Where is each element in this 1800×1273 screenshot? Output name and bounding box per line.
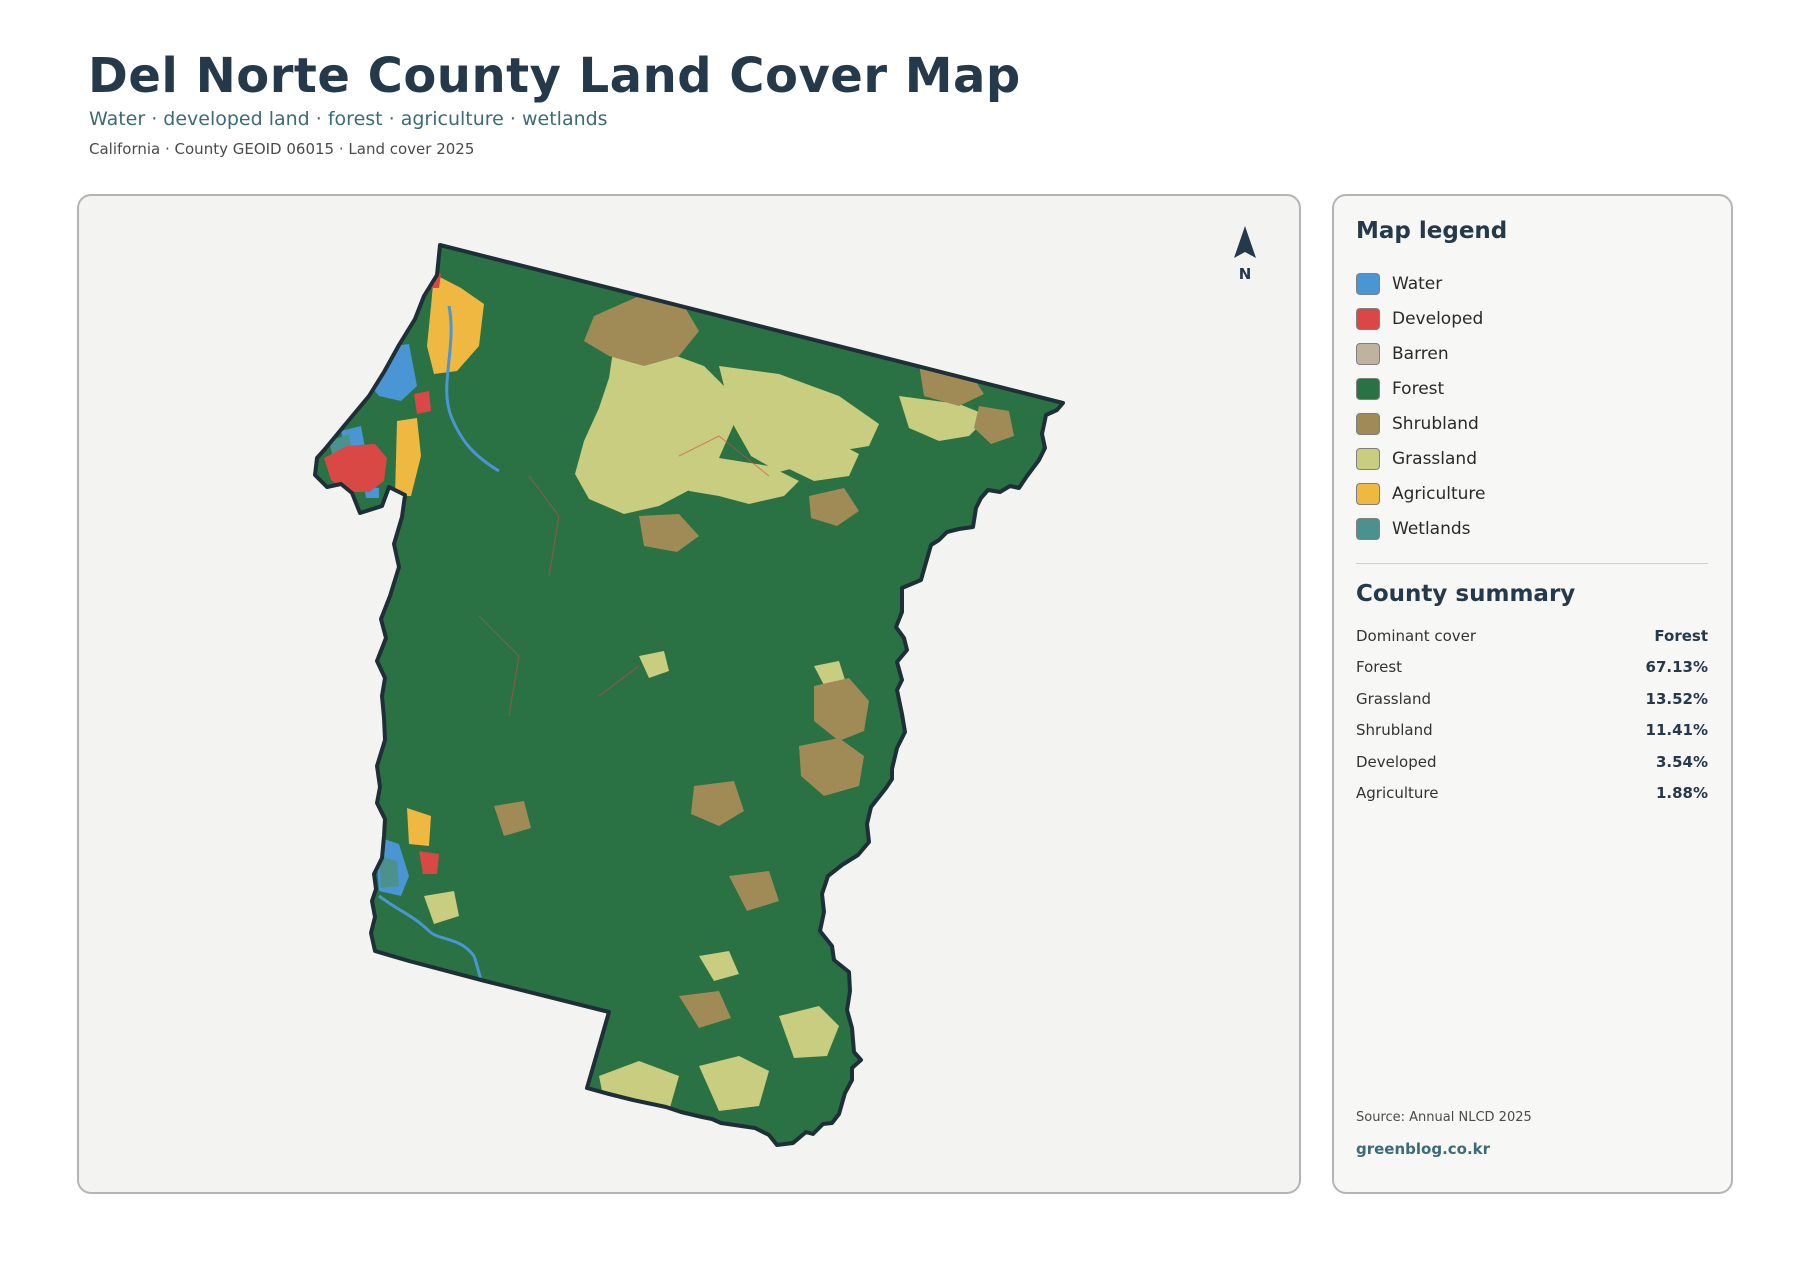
summary-value: Forest <box>1654 626 1708 645</box>
barren-swatch <box>1356 342 1380 365</box>
legend-label: Shrubland <box>1392 413 1479 434</box>
north-arrow-icon: N <box>1234 226 1256 283</box>
summary-row: Shrubland 11.41% <box>1356 715 1708 747</box>
summary-list: Dominant cover Forest Forest 67.13% Gras… <box>1356 620 1708 809</box>
agriculture-swatch <box>1356 482 1380 505</box>
shrubland-swatch <box>1356 412 1380 435</box>
summary-value: 11.41% <box>1645 721 1708 740</box>
legend-item-shrubland: Shrubland <box>1356 406 1706 441</box>
legend-list: Water Developed Barren Forest Shrubland … <box>1356 266 1706 546</box>
legend-label: Forest <box>1392 378 1445 399</box>
legend-item-barren: Barren <box>1356 336 1706 371</box>
legend-item-forest: Forest <box>1356 371 1706 406</box>
summary-row: Agriculture 1.88% <box>1356 778 1708 810</box>
legend-label: Developed <box>1392 308 1484 329</box>
legend-item-wetlands: Wetlands <box>1356 511 1706 546</box>
source-note: Source: Annual NLCD 2025 <box>1356 1110 1532 1125</box>
developed-area <box>414 391 431 414</box>
developed-swatch <box>1356 307 1380 330</box>
forest-swatch <box>1356 377 1380 400</box>
summary-label: Dominant cover <box>1356 626 1477 645</box>
legend-label: Water <box>1392 273 1443 294</box>
summary-label: Agriculture <box>1356 784 1439 803</box>
page-subtitle: Water · developed land · forest · agricu… <box>89 108 608 130</box>
summary-row: Dominant cover Forest <box>1356 620 1708 652</box>
summary-row: Grassland 13.52% <box>1356 683 1708 715</box>
water-swatch <box>1356 272 1380 295</box>
legend-label: Wetlands <box>1392 518 1471 539</box>
legend-label: Grassland <box>1392 448 1477 469</box>
land-cover-layer <box>315 245 1063 1145</box>
website-link[interactable]: greenblog.co.kr <box>1356 1140 1490 1158</box>
summary-title: County summary <box>1356 581 1576 607</box>
summary-row: Forest 67.13% <box>1356 652 1708 684</box>
summary-label: Developed <box>1356 752 1437 771</box>
page-meta: California · County GEOID 06015 · Land c… <box>89 140 475 158</box>
summary-label: Grassland <box>1356 689 1431 708</box>
summary-value: 1.88% <box>1655 784 1708 803</box>
page-title: Del Norte County Land Cover Map <box>88 48 1021 104</box>
legend-label: Agriculture <box>1392 483 1486 504</box>
side-panel: Map legend Water Developed Barren Forest… <box>1332 194 1733 1194</box>
summary-row: Developed 3.54% <box>1356 746 1708 778</box>
legend-label: Barren <box>1392 343 1449 364</box>
legend-item-water: Water <box>1356 266 1706 301</box>
legend-item-agriculture: Agriculture <box>1356 476 1706 511</box>
summary-label: Shrubland <box>1356 721 1433 740</box>
panel-divider <box>1356 563 1708 564</box>
grassland-swatch <box>1356 447 1380 470</box>
legend-title: Map legend <box>1356 218 1508 244</box>
county-map <box>313 243 1065 1147</box>
legend-item-grassland: Grassland <box>1356 441 1706 476</box>
summary-value: 67.13% <box>1645 658 1708 677</box>
summary-value: 3.54% <box>1655 752 1708 771</box>
map-panel: N <box>77 194 1301 1194</box>
legend-item-developed: Developed <box>1356 301 1706 336</box>
summary-value: 13.52% <box>1645 689 1708 708</box>
summary-label: Forest <box>1356 658 1403 677</box>
wetlands-swatch <box>1356 517 1380 540</box>
north-label: N <box>1239 265 1252 283</box>
